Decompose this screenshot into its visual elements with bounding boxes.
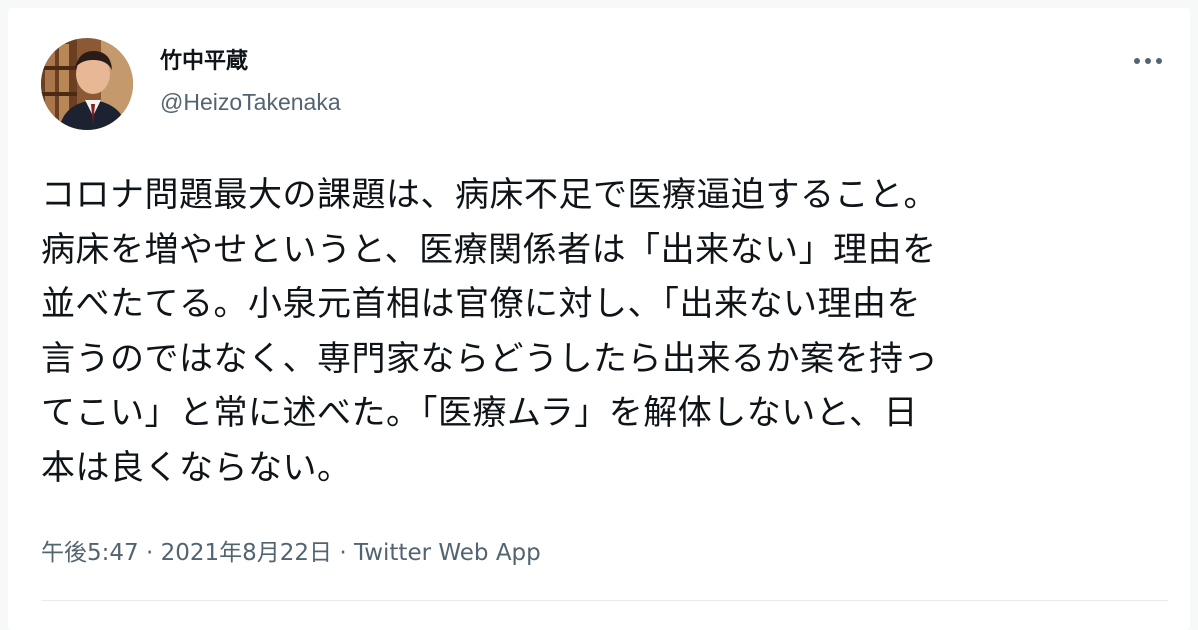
user-handle[interactable]: @HeizoTakenaka	[160, 88, 341, 116]
avatar-image	[41, 38, 133, 130]
avatar[interactable]	[41, 38, 133, 130]
tweet-time-link[interactable]: 午後5:47	[41, 540, 139, 566]
separator: ·	[332, 540, 354, 566]
tweet-date-link[interactable]: 2021年8月22日	[161, 540, 332, 566]
display-name[interactable]: 竹中平蔵	[160, 48, 248, 76]
tweet-card: 竹中平蔵 @HeizoTakenaka コロナ問題最大の課題は、病床不足で医療逼…	[8, 8, 1190, 630]
more-horizontal-icon	[1134, 58, 1162, 64]
more-options-button[interactable]	[1128, 48, 1168, 74]
tweet-source-link[interactable]: Twitter Web App	[354, 540, 541, 566]
separator: ·	[138, 540, 161, 566]
tweet-text: コロナ問題最大の課題は、病床不足で医療逼迫すること。 病床を増やせというと、医療…	[41, 175, 938, 488]
divider	[41, 600, 1168, 601]
tweet-metadata: 午後5:47 · 2021年8月22日 · Twitter Web App	[41, 538, 541, 568]
